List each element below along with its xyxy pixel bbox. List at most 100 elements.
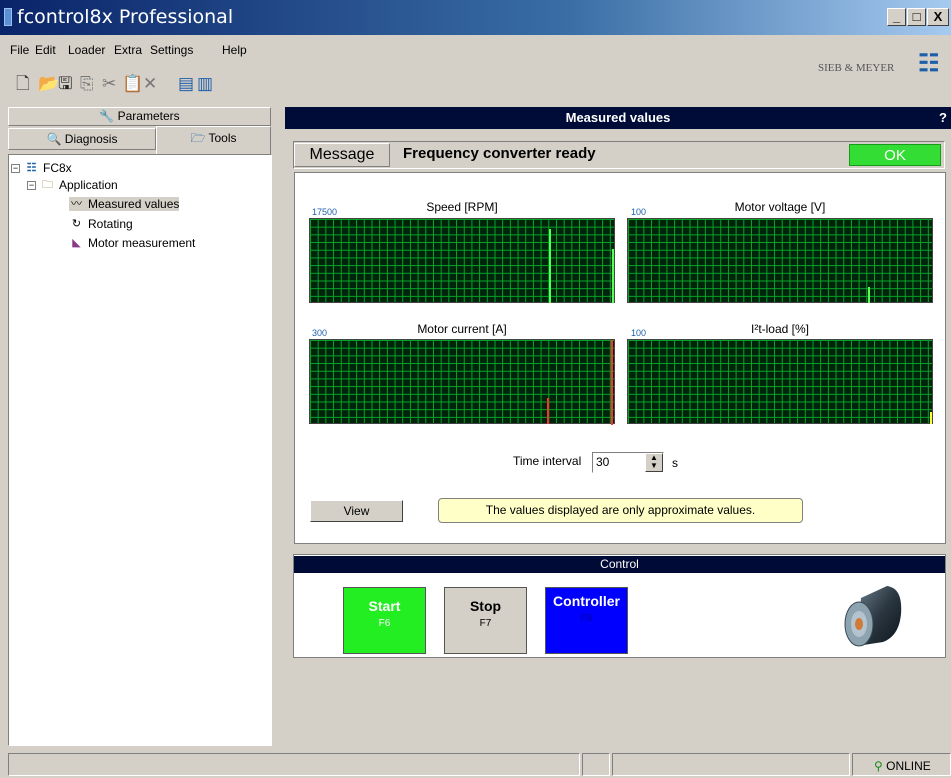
save-icon[interactable]: 🖫 bbox=[58, 75, 72, 93]
online-status: ⚲ ONLINE bbox=[874, 759, 931, 773]
tools-folder-icon: 🗁 bbox=[190, 131, 209, 145]
cut-icon[interactable]: ✂ bbox=[102, 75, 116, 93]
status-indicator: OK bbox=[849, 144, 941, 166]
i2t-max: 100 bbox=[631, 328, 647, 338]
close-button[interactable]: X bbox=[927, 8, 949, 26]
menu-edit[interactable]: Edit bbox=[35, 43, 56, 57]
tree-item-label: Measured values bbox=[88, 197, 180, 211]
device-icon: ☷ bbox=[26, 162, 37, 175]
message-text: Frequency converter ready bbox=[403, 145, 596, 162]
motor-icon bbox=[844, 586, 902, 647]
new-icon[interactable]: 🗋 bbox=[16, 75, 30, 93]
current-max: 300 bbox=[312, 328, 328, 338]
tree-item-rotating[interactable]: ↻ Rotating bbox=[69, 217, 133, 231]
voltage-max: 100 bbox=[631, 207, 647, 217]
brand-logo-icon: ☷ bbox=[918, 50, 940, 77]
tab-diagnosis[interactable]: 🔍 Diagnosis bbox=[8, 128, 156, 150]
menu-help[interactable]: Help bbox=[222, 43, 247, 57]
collapse-icon[interactable]: − bbox=[27, 181, 36, 191]
speed-max: 17500 bbox=[312, 207, 338, 217]
speed-trace bbox=[549, 229, 551, 303]
collapse-icon[interactable]: − bbox=[11, 164, 20, 174]
status-pane bbox=[612, 753, 850, 776]
voltage-chart-title: Motor voltage [V] bbox=[734, 200, 826, 214]
stop-button[interactable]: Stop F7 bbox=[444, 587, 527, 654]
paste-icon[interactable]: 📋 bbox=[122, 75, 143, 93]
tree-node-application[interactable]: − 🗀 Application bbox=[27, 178, 118, 192]
controller-button[interactable]: Controller F8 bbox=[545, 587, 628, 654]
brand-name: SIEB & MEYER bbox=[818, 62, 895, 74]
message-bar bbox=[293, 141, 945, 169]
voltage-chart bbox=[627, 218, 933, 303]
current-chart bbox=[309, 339, 615, 425]
time-interval-spinner[interactable]: ▲ ▼ bbox=[645, 453, 663, 472]
status-pane bbox=[8, 753, 580, 776]
speed-chart-title: Speed [RPM] bbox=[426, 200, 498, 214]
diagnosis-icon: 🔍 bbox=[46, 132, 65, 146]
stop-label: Stop bbox=[469, 598, 502, 614]
start-button[interactable]: Start F6 bbox=[343, 587, 426, 654]
download-icon[interactable]: ▥ bbox=[197, 75, 213, 93]
toolbar: 🗋 📂 🖫 ⎘ ✂ 📋 ✕ ▤ ▥ bbox=[0, 63, 951, 105]
motor-measurement-icon: ◣ bbox=[72, 237, 81, 250]
parameters-icon: 🔧 bbox=[99, 109, 118, 123]
menu-file[interactable]: File bbox=[10, 43, 29, 57]
tree-item-measured-values[interactable]: 〰 Measured values bbox=[69, 197, 180, 212]
speed-chart bbox=[309, 218, 615, 303]
tree-root-label: FC8x bbox=[43, 161, 72, 175]
measure-icon: 〰 bbox=[71, 198, 82, 211]
current-trace bbox=[547, 398, 549, 424]
approximate-values-note: The values displayed are only approximat… bbox=[438, 498, 803, 523]
tree-application-label: Application bbox=[59, 178, 118, 192]
tab-parameters[interactable]: 🔧 Parameters bbox=[8, 107, 271, 126]
application-folder-icon: 🗀 bbox=[42, 179, 53, 192]
minimize-button[interactable]: _ bbox=[887, 8, 906, 26]
tools-tree: − ☷ FC8x − 🗀 Application 〰 Measured values ↻ R… bbox=[8, 154, 272, 746]
open-icon[interactable]: 📂 bbox=[38, 75, 59, 93]
menu-settings[interactable]: Settings bbox=[150, 43, 193, 57]
control-header: Control bbox=[294, 556, 945, 573]
time-unit-label: s bbox=[672, 456, 678, 470]
i2t-chart bbox=[627, 339, 933, 424]
menu-extra[interactable]: Extra bbox=[114, 43, 142, 57]
title-bar: fcontrol8x Professional _ □ X bbox=[0, 0, 951, 35]
menu-bar: File Edit Loader Extra Settings Help bbox=[0, 35, 951, 63]
i2t-chart-title: I²t-load [%] bbox=[750, 322, 810, 336]
connection-icon: ⚲ bbox=[874, 759, 887, 773]
voltage-trace bbox=[868, 287, 870, 303]
message-label: Message bbox=[294, 143, 390, 167]
tree-item-label: Motor measurement bbox=[88, 236, 196, 250]
tab-tools-label: Tools bbox=[208, 131, 237, 145]
upload-icon[interactable]: ▤ bbox=[178, 75, 194, 93]
app-icon bbox=[4, 8, 12, 26]
speed-trace bbox=[612, 249, 614, 303]
status-pane bbox=[582, 753, 610, 776]
current-trace bbox=[611, 340, 613, 425]
controller-shortcut: F8 bbox=[580, 613, 593, 624]
status-bar: ⚲ ONLINE bbox=[0, 748, 951, 778]
current-chart-title: Motor current [A] bbox=[417, 322, 507, 336]
tree-item-motor-measurement[interactable]: ◣ Motor measurement bbox=[69, 236, 195, 250]
rotating-icon: ↻ bbox=[71, 218, 82, 231]
online-label: ONLINE bbox=[886, 759, 931, 773]
start-shortcut: F6 bbox=[378, 618, 391, 629]
view-button[interactable]: View bbox=[310, 500, 403, 522]
tab-diagnosis-label: Diagnosis bbox=[64, 132, 118, 146]
menu-loader[interactable]: Loader bbox=[68, 43, 105, 57]
page-title: Measured values bbox=[565, 110, 671, 125]
help-button[interactable]: ? bbox=[939, 110, 947, 125]
stop-shortcut: F7 bbox=[479, 618, 492, 629]
delete-icon[interactable]: ✕ bbox=[143, 75, 157, 93]
tab-parameters-label: Parameters bbox=[117, 109, 180, 123]
controller-label: Controller bbox=[553, 593, 620, 609]
tab-tools[interactable]: 🗁 Tools bbox=[156, 126, 271, 154]
maximize-button[interactable]: □ bbox=[907, 8, 926, 26]
i2t-trace bbox=[930, 412, 932, 424]
tree-node-fc8x[interactable]: − ☷ FC8x bbox=[11, 161, 72, 175]
copy-icon[interactable]: ⎘ bbox=[80, 75, 94, 93]
window-title: fcontrol8x Professional bbox=[17, 6, 234, 28]
chevron-down-icon[interactable]: ▼ bbox=[650, 461, 658, 470]
time-interval-label: Time interval bbox=[513, 454, 582, 468]
main-header: Measured values ? bbox=[285, 107, 951, 129]
start-label: Start bbox=[368, 598, 401, 614]
